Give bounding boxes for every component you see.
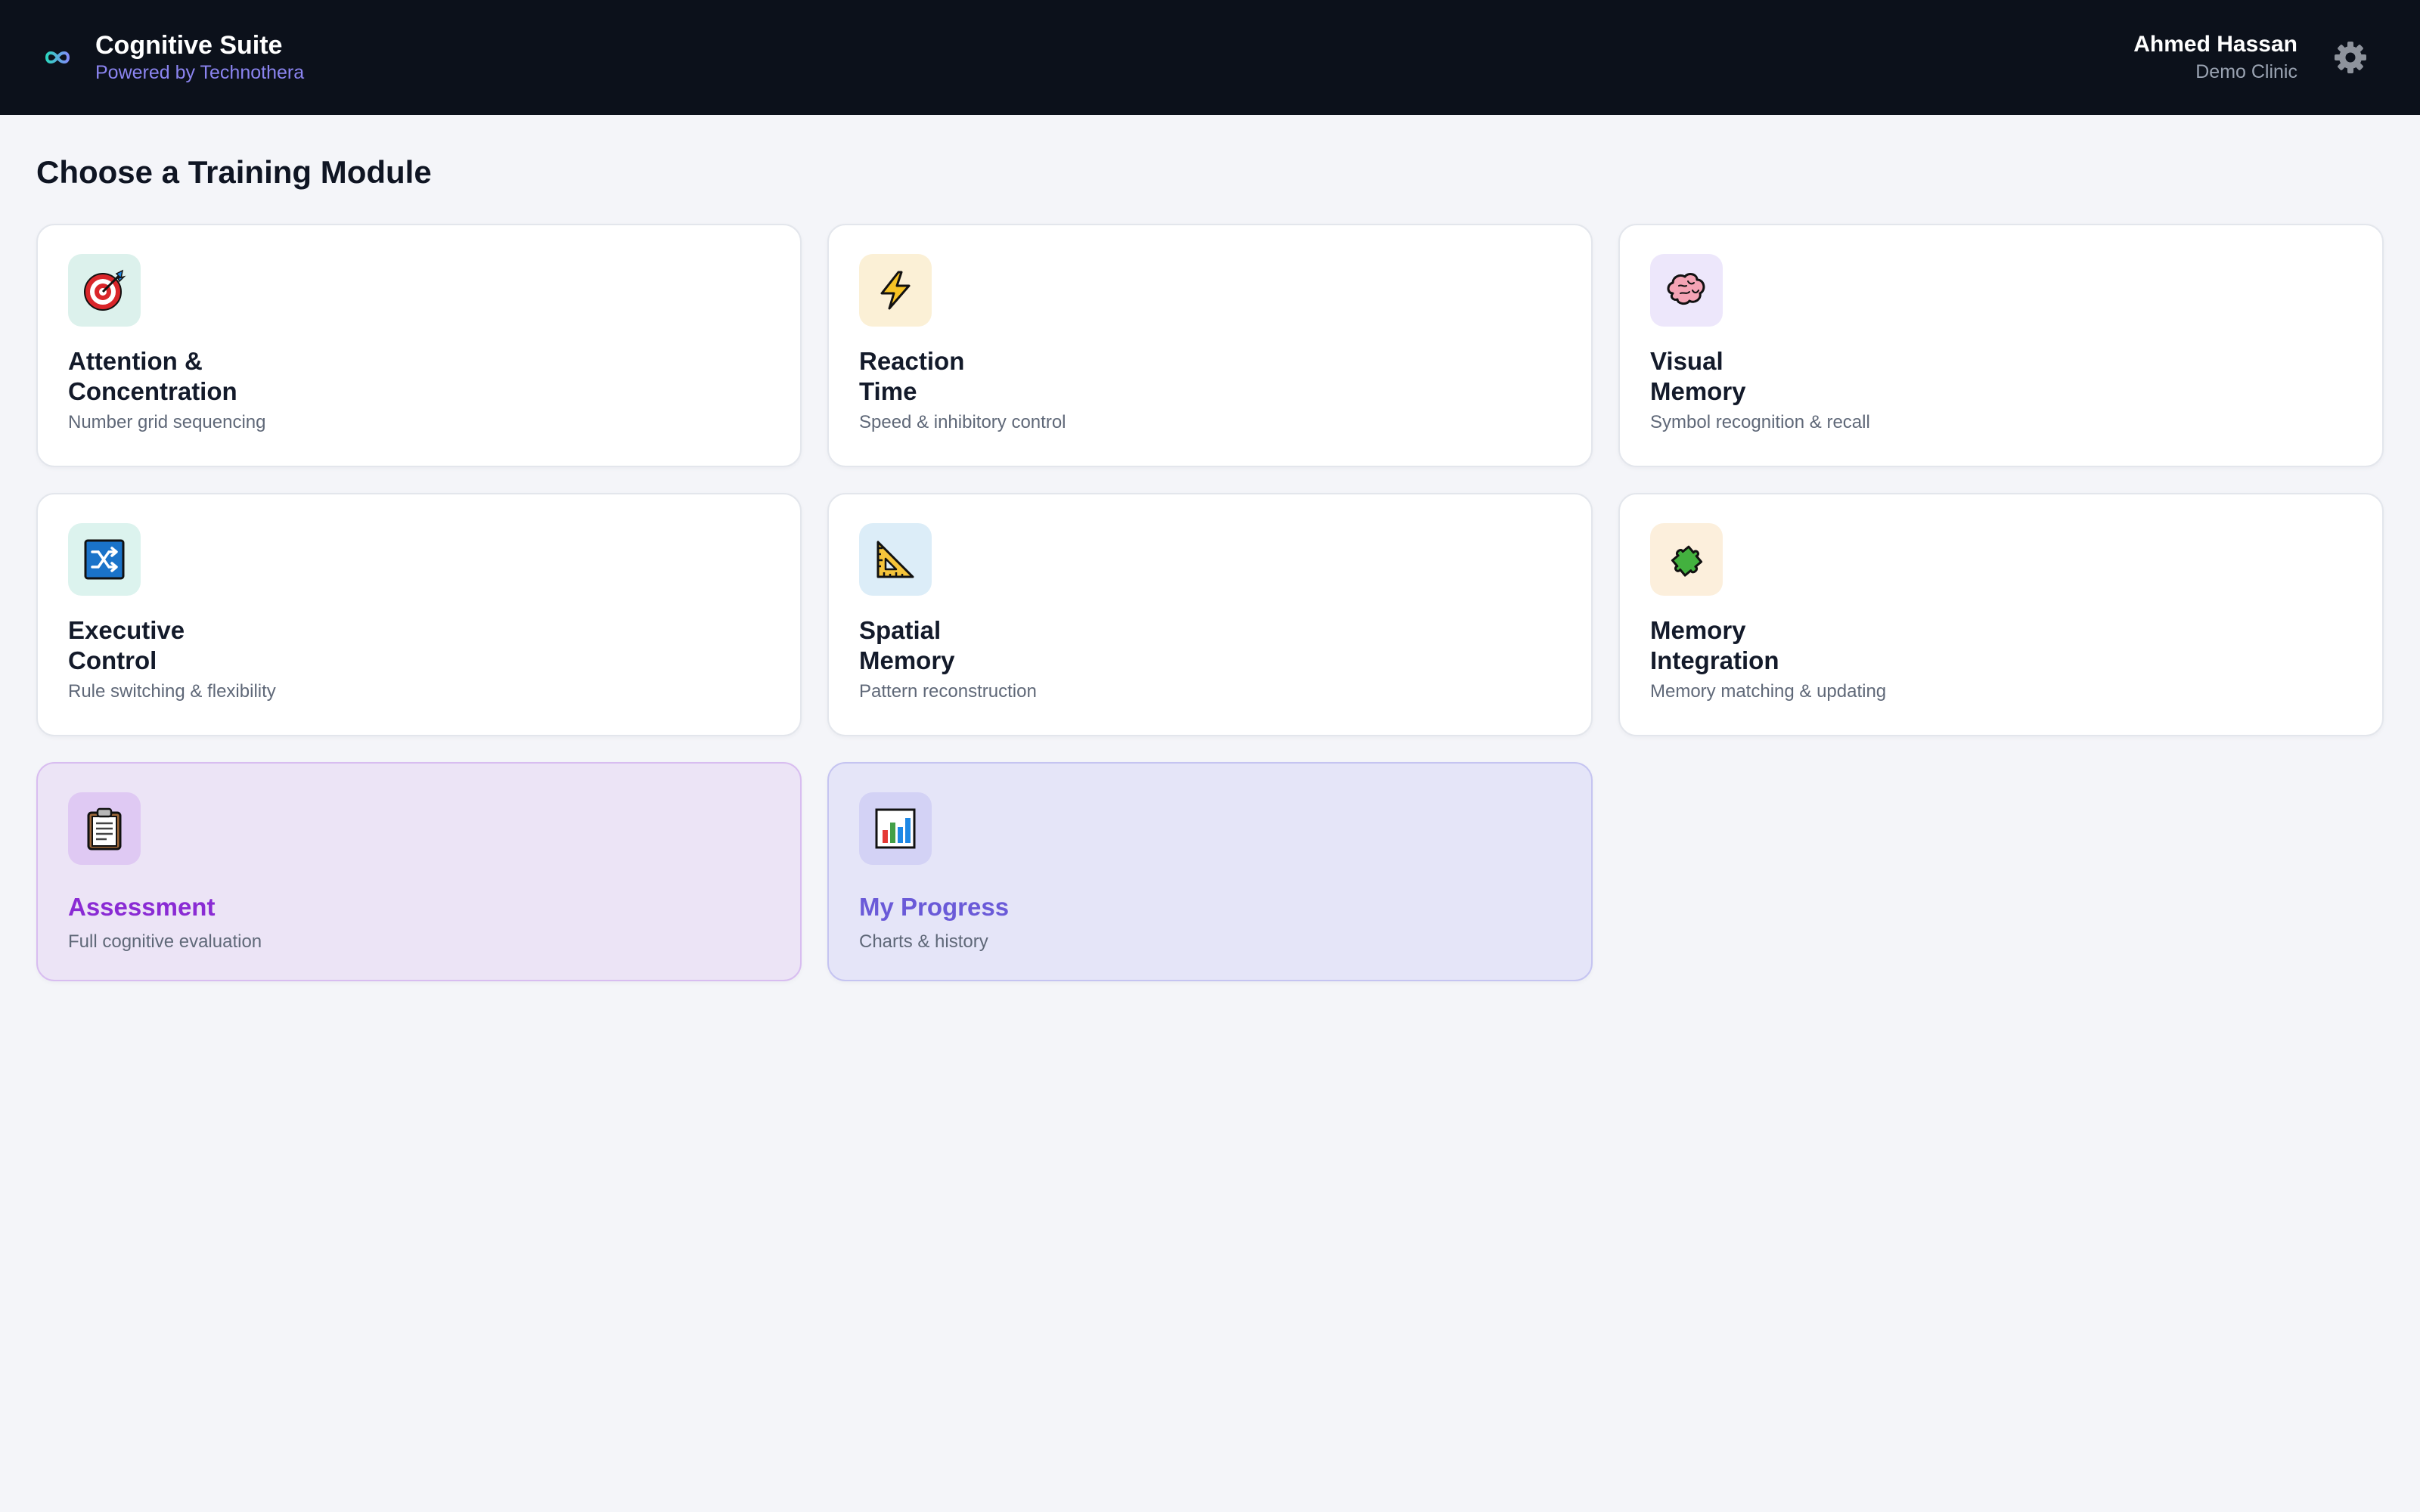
- my-progress-title: My Progress: [859, 893, 1010, 921]
- module-description: Speed & inhibitory control: [859, 412, 1066, 432]
- module-icon-box: [859, 523, 932, 596]
- module-icon-box: [68, 254, 141, 327]
- clipboard-icon: [87, 807, 122, 850]
- module-grid: Attention & Concentration Number grid se…: [36, 224, 2384, 981]
- module-title: Visual Memory: [1650, 347, 1746, 405]
- shuffle-icon: [84, 539, 125, 580]
- lightning-icon: [880, 271, 911, 310]
- module-title: Attention & Concentration: [68, 347, 237, 405]
- module-icon-box: [1650, 523, 1723, 596]
- app-title: Cognitive Suite: [95, 31, 283, 60]
- module-icon-box: [1650, 254, 1723, 327]
- module-title: Memory Integration: [1650, 616, 1779, 674]
- bar-chart-icon: [875, 808, 916, 849]
- page-title: Choose a Training Module: [36, 154, 432, 190]
- gear-icon: [2335, 42, 2366, 73]
- module-card-visual-memory[interactable]: Visual Memory Symbol recognition & recal…: [1618, 224, 2384, 467]
- my-progress-card[interactable]: My Progress Charts & history: [827, 762, 1593, 981]
- assessment-card[interactable]: Assessment Full cognitive evaluation: [36, 762, 802, 981]
- module-description: Pattern reconstruction: [859, 681, 1037, 702]
- brain-icon: [1667, 273, 1705, 305]
- assessment-title: Assessment: [68, 893, 216, 921]
- user-org: Demo Clinic: [2195, 61, 2297, 82]
- settings-button[interactable]: [2326, 33, 2375, 82]
- module-card-attention[interactable]: Attention & Concentration Number grid se…: [36, 224, 802, 467]
- module-title: Executive Control: [68, 616, 185, 674]
- user-info[interactable]: Ahmed Hassan Demo Clinic: [2133, 30, 2297, 85]
- assessment-description: Full cognitive evaluation: [68, 931, 262, 952]
- module-title: Spatial Memory: [859, 616, 955, 674]
- user-name: Ahmed Hassan: [2133, 32, 2297, 57]
- my-progress-description: Charts & history: [859, 931, 988, 952]
- module-description: Memory matching & updating: [1650, 681, 1887, 702]
- module-icon-box: [68, 523, 141, 596]
- brand[interactable]: Cognitive Suite Powered by Technothera: [39, 30, 304, 85]
- app-subtitle: Powered by Technothera: [95, 62, 305, 83]
- module-description: Number grid sequencing: [68, 412, 266, 432]
- module-title: Reaction Time: [859, 347, 965, 405]
- module-card-reaction-time[interactable]: Reaction Time Speed & inhibitory control: [827, 224, 1593, 467]
- top-header: Cognitive Suite Powered by Technothera A…: [0, 0, 2420, 115]
- triangular-ruler-icon: [876, 541, 914, 578]
- module-card-executive-control[interactable]: Executive Control Rule switching & flexi…: [36, 493, 802, 736]
- module-icon-box: [859, 254, 932, 327]
- module-icon-box: [68, 792, 141, 865]
- module-card-memory-integration[interactable]: Memory Integration Memory matching & upd…: [1618, 493, 2384, 736]
- module-description: Symbol recognition & recall: [1650, 412, 1870, 432]
- module-description: Rule switching & flexibility: [68, 681, 276, 702]
- infinity-logo-icon: [39, 39, 76, 76]
- user-area: Ahmed Hassan Demo Clinic: [2133, 30, 2375, 85]
- module-icon-box: [859, 792, 932, 865]
- target-icon: [84, 269, 126, 311]
- module-card-spatial-memory[interactable]: Spatial Memory Pattern reconstruction: [827, 493, 1593, 736]
- puzzle-icon: [1671, 545, 1703, 577]
